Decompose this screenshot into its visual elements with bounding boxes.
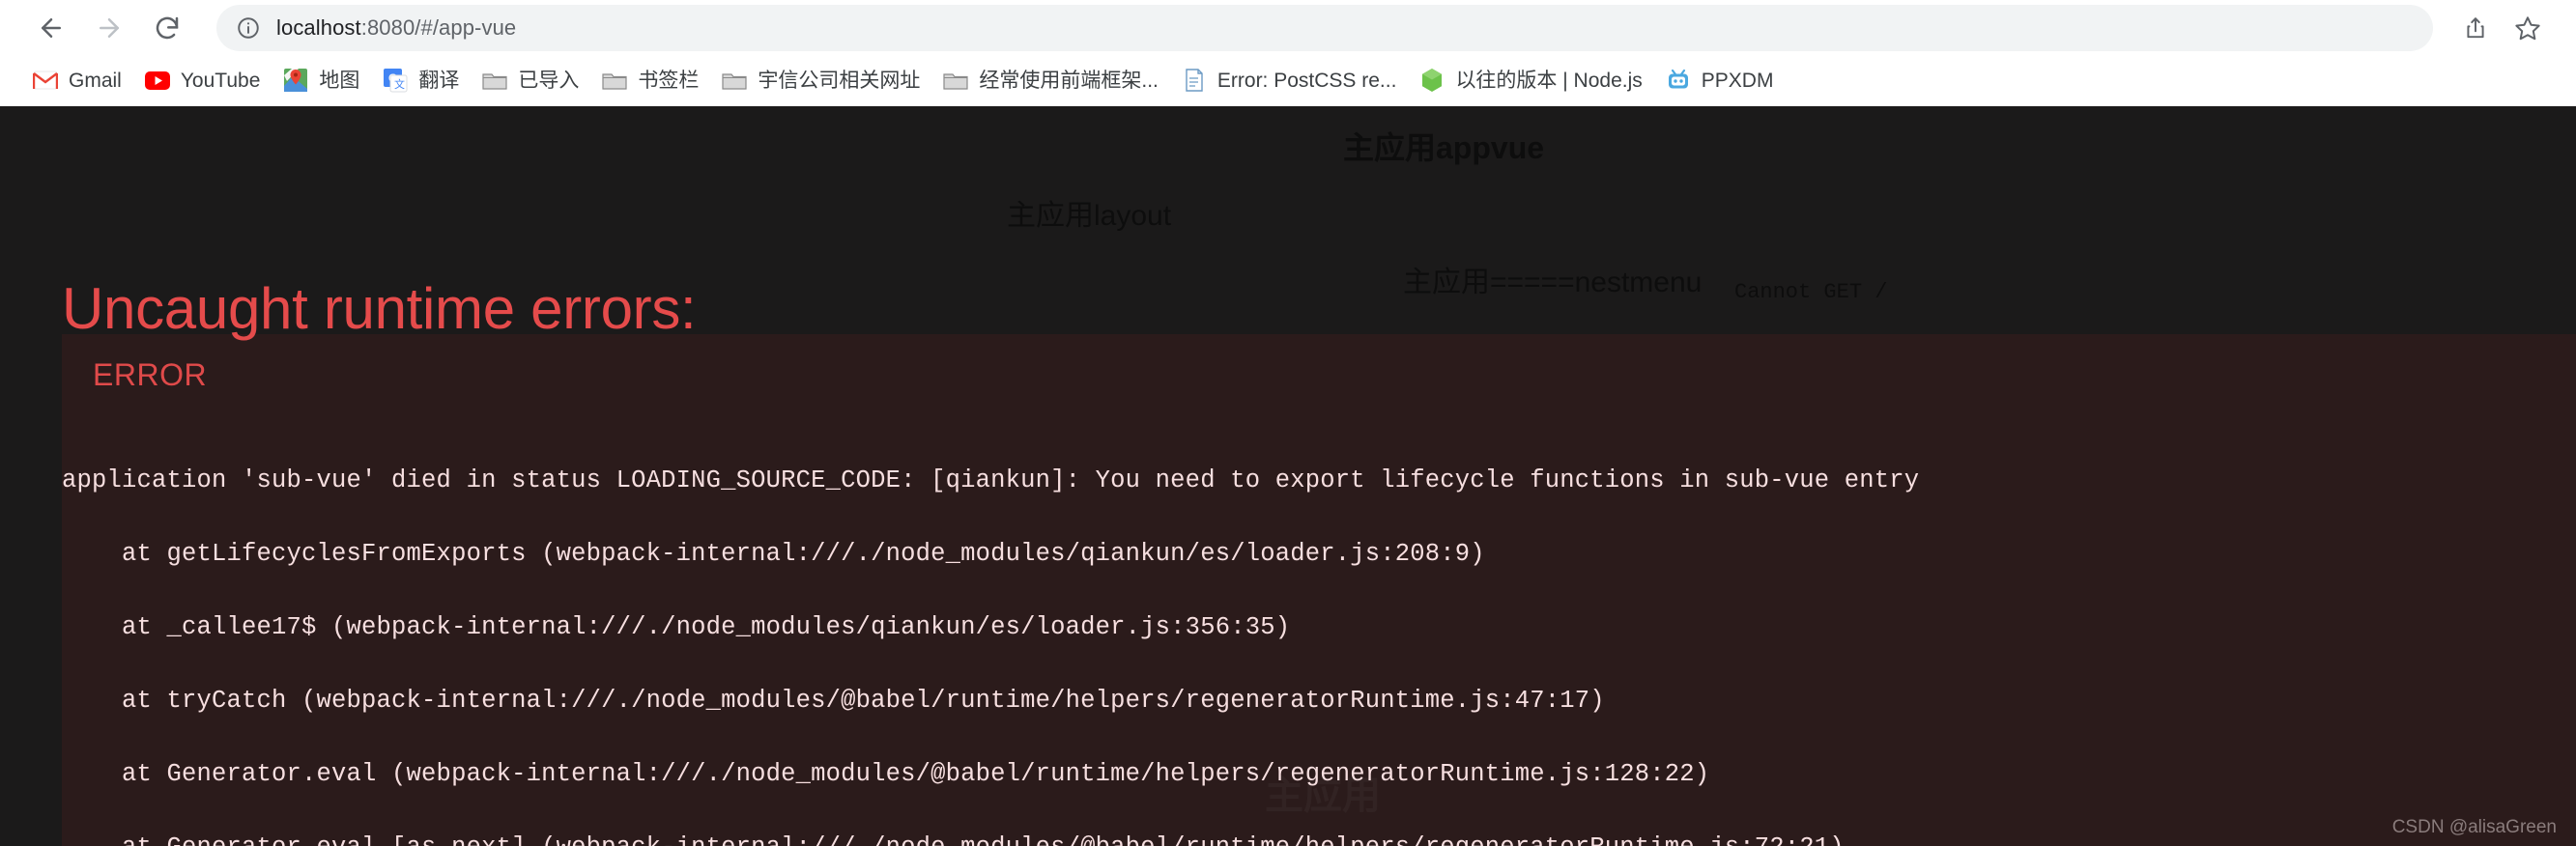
stack-frame-line: at getLifecyclesFromExports (webpack-int… <box>62 540 1485 568</box>
bookmark-label: 已导入 <box>518 69 580 92</box>
google-translate-icon: G 文 <box>383 68 408 93</box>
app-layout-text: 主应用layout <box>1007 200 1172 232</box>
bookmark-ppxdm[interactable]: PPXDM <box>1654 61 1786 99</box>
bookmark-folder-imported[interactable]: 已导入 <box>471 61 590 99</box>
bookmark-star-button[interactable] <box>2504 5 2551 51</box>
svg-text:文: 文 <box>394 77 405 91</box>
csdn-watermark: CSDN @alisaGreen <box>2391 817 2557 837</box>
bookmark-youtube[interactable]: YouTube <box>133 61 272 99</box>
forward-button[interactable] <box>83 2 135 54</box>
address-bar[interactable]: localhost:8080/#/app-vue <box>216 5 2433 51</box>
gmail-icon <box>33 68 58 93</box>
bookmark-label: PPXDM <box>1701 69 1774 92</box>
youtube-icon <box>144 68 170 93</box>
folder-icon <box>943 68 968 93</box>
bookmarks-bar: Gmail YouTube 地图 文 翻译 已导入 书签栏 宇信公司相关网址 经… <box>0 56 2576 104</box>
bookmark-label: 书签栏 <box>638 69 700 92</box>
bookmark-label: YouTube <box>180 69 261 92</box>
page-viewport: 主应用appvue 主应用layout 主应用=====nestmenu Can… <box>0 106 2576 846</box>
bookmark-label: 以往的版本 | Node.js <box>1455 69 1643 92</box>
runtime-error-panel: ERROR application 'sub-vue' died in stat… <box>62 334 2576 846</box>
browser-toolbar: localhost:8080/#/app-vue <box>0 0 2576 56</box>
stack-frame-line: at Generator.eval (webpack-internal:///.… <box>62 760 1710 788</box>
back-button[interactable] <box>25 2 77 54</box>
bookmark-maps[interactable]: 地图 <box>272 61 371 99</box>
stack-frame-line: at _callee17$ (webpack-internal:///./nod… <box>62 613 1291 641</box>
status-badge: ERROR <box>93 357 208 392</box>
document-icon <box>1182 68 1207 93</box>
stack-frame-line: at Generator.eval [as next] (webpack-int… <box>62 830 2576 846</box>
stack-frame-line: at tryCatch (webpack-internal:///./node_… <box>62 687 1605 715</box>
folder-icon <box>482 68 507 93</box>
app-title-text: 主应用appvue <box>1343 130 1545 165</box>
reload-button[interactable] <box>141 2 193 54</box>
url-path: :8080/#/app-vue <box>360 15 517 40</box>
error-message: application 'sub-vue' died in status LOA… <box>62 466 1920 494</box>
app-cannot-get-text: Cannot GET / <box>1734 280 1888 304</box>
bookmark-postcss[interactable]: Error: PostCSS re... <box>1170 61 1409 99</box>
browser-window: localhost:8080/#/app-vue Gmail YouTube 地… <box>0 0 2576 846</box>
page-title: Uncaught runtime errors: <box>62 276 697 341</box>
error-stack-trace: application 'sub-vue' died in status LOA… <box>62 426 2576 846</box>
share-button[interactable] <box>2452 5 2499 51</box>
bookmark-nodejs[interactable]: 以往的版本 | Node.js <box>1408 61 1653 99</box>
bookmark-folder-frontend[interactable]: 经常使用前端框架... <box>931 61 1170 99</box>
google-maps-icon <box>283 68 308 93</box>
folder-icon <box>602 68 627 93</box>
app-nestmenu-text: 主应用=====nestmenu <box>1403 267 1703 298</box>
bookmark-label: 经常使用前端框架... <box>979 69 1159 92</box>
url-text: localhost:8080/#/app-vue <box>276 15 516 41</box>
url-host: localhost <box>276 15 361 40</box>
bookmark-folder-yuxin[interactable]: 宇信公司相关网址 <box>710 61 931 99</box>
bilibili-icon <box>1666 68 1691 93</box>
bookmark-label: 翻译 <box>418 69 460 92</box>
bookmark-folder-bookmarksbar[interactable]: 书签栏 <box>590 61 710 99</box>
bookmark-label: 地图 <box>319 69 360 92</box>
nodejs-icon <box>1419 68 1445 93</box>
bookmark-label: Gmail <box>69 69 122 92</box>
bookmark-label: 宇信公司相关网址 <box>758 69 921 92</box>
site-information-icon[interactable] <box>236 15 261 41</box>
bookmark-gmail[interactable]: Gmail <box>21 61 133 99</box>
bookmark-translate[interactable]: G 文 翻译 <box>371 61 471 99</box>
folder-icon <box>722 68 747 93</box>
bookmark-label: Error: PostCSS re... <box>1216 69 1397 92</box>
